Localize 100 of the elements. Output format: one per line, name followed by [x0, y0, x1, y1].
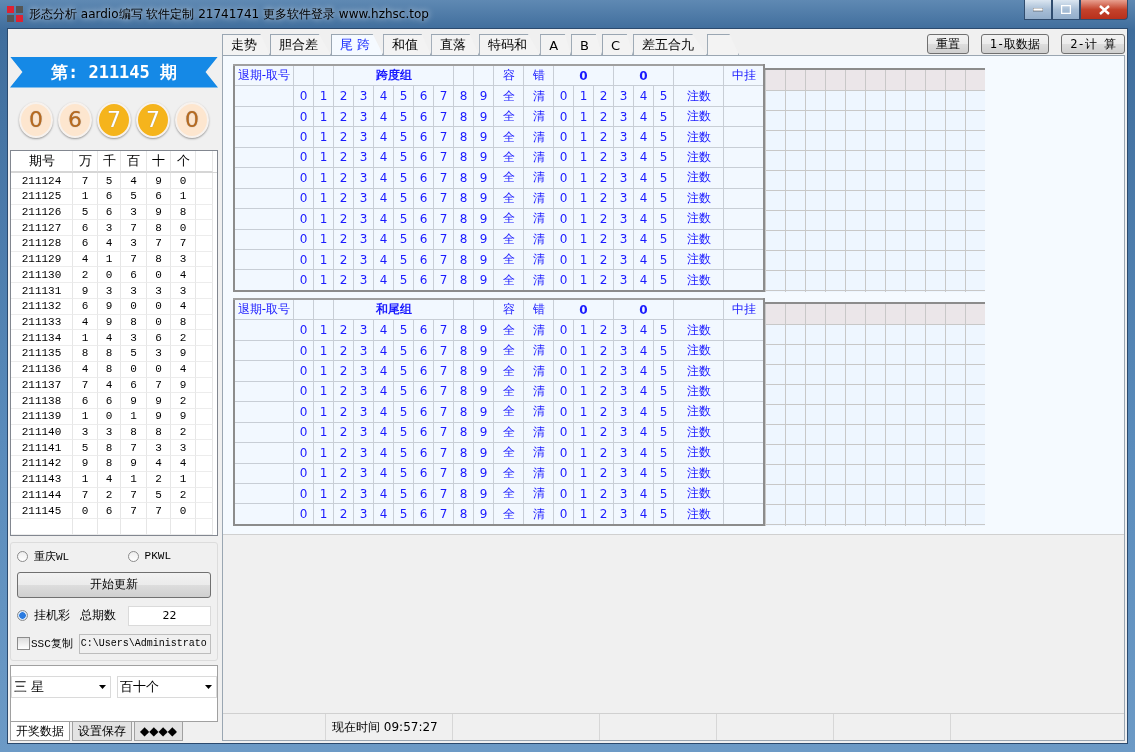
tab[interactable]: 胆合差 — [270, 34, 331, 55]
table-cell[interactable]: 1 — [573, 340, 594, 361]
table-cell[interactable]: 4 — [373, 229, 394, 250]
table-cell[interactable]: 1 — [313, 208, 334, 229]
table-cell[interactable]: 7 — [433, 422, 454, 443]
table-cell[interactable]: 9 — [473, 167, 494, 189]
table-cell[interactable]: 全 — [493, 208, 524, 229]
table-cell[interactable]: 6 — [413, 319, 434, 341]
table-cell[interactable]: 4 — [633, 360, 654, 382]
table-cell[interactable]: 5 — [653, 85, 674, 107]
table-cell[interactable]: 6 — [413, 483, 434, 504]
table-cell[interactable]: 5 — [393, 229, 414, 250]
table-cell[interactable]: 2 — [333, 229, 354, 250]
table-cell[interactable]: 注数 — [673, 340, 724, 361]
table-cell[interactable]: 4 — [373, 126, 394, 148]
table-cell[interactable]: 4 — [633, 208, 654, 229]
table-cell[interactable]: 6 — [413, 85, 434, 107]
table-cell[interactable]: 2 — [333, 85, 354, 107]
table-cell[interactable]: 2 — [593, 167, 614, 189]
table-cell[interactable]: 2 — [593, 401, 614, 423]
table-cell[interactable]: 7 — [433, 85, 454, 107]
toolbar-button[interactable]: 重置 — [926, 34, 969, 54]
table-cell[interactable]: 8 — [453, 126, 474, 148]
table-cell[interactable]: 7 — [433, 126, 454, 148]
table-cell[interactable]: 4 — [633, 319, 654, 341]
table-cell[interactable]: 4 — [373, 249, 394, 270]
table-cell[interactable]: 1 — [573, 422, 594, 443]
table-cell[interactable]: 2 — [333, 167, 354, 189]
table-cell[interactable]: 全 — [493, 463, 524, 484]
table-cell[interactable]: 4 — [633, 106, 654, 127]
table-cell[interactable]: 3 — [353, 401, 374, 423]
table-cell[interactable]: 清 — [523, 319, 554, 341]
table-cell[interactable]: 9 — [473, 208, 494, 229]
table-cell[interactable]: 2 — [593, 422, 614, 443]
maximize-button[interactable] — [1052, 0, 1080, 20]
table-cell[interactable]: 3 — [353, 319, 374, 341]
table-cell[interactable]: 2 — [593, 208, 614, 229]
table-cell[interactable]: 0 — [553, 85, 574, 107]
table-cell[interactable]: 清 — [523, 167, 554, 189]
table-cell[interactable]: 3 — [613, 360, 634, 382]
table-cell[interactable]: 清 — [523, 422, 554, 443]
table-cell[interactable]: 5 — [653, 463, 674, 484]
table-cell[interactable]: 5 — [653, 360, 674, 382]
table-cell[interactable]: 1 — [573, 188, 594, 209]
table-cell[interactable]: 7 — [433, 360, 454, 382]
dropdown[interactable]: 三 星 — [11, 675, 111, 698]
table-cell[interactable]: 0 — [553, 188, 574, 209]
table-cell[interactable]: 注数 — [673, 188, 724, 209]
table-cell[interactable]: 清 — [523, 229, 554, 250]
table-cell[interactable]: 6 — [413, 147, 434, 168]
table-cell[interactable]: 2 — [593, 229, 614, 250]
table-cell[interactable]: 2 — [333, 483, 354, 504]
toolbar-button[interactable]: 1-取数据 — [980, 34, 1050, 54]
table-cell[interactable]: 7 — [433, 483, 454, 504]
table-cell[interactable]: 清 — [523, 483, 554, 504]
table-cell[interactable]: 注数 — [673, 126, 724, 148]
table-cell[interactable]: 3 — [353, 483, 374, 504]
table-cell[interactable]: 9 — [473, 340, 494, 361]
table-cell[interactable]: 8 — [453, 249, 474, 270]
table-cell[interactable]: 4 — [373, 319, 394, 341]
table-cell[interactable]: 0 — [553, 167, 574, 189]
table-cell[interactable]: 全 — [493, 249, 524, 270]
table-cell[interactable]: 2 — [333, 340, 354, 361]
table-cell[interactable]: 0 — [553, 229, 574, 250]
table-cell[interactable]: 清 — [523, 463, 554, 484]
table-cell[interactable]: 0 — [553, 381, 574, 402]
table-cell[interactable]: 7 — [433, 147, 454, 168]
table-cell[interactable]: 3 — [353, 126, 374, 148]
table-cell[interactable]: 6 — [413, 401, 434, 423]
table-cell[interactable]: 2 — [593, 381, 614, 402]
table-cell[interactable]: 0 — [553, 208, 574, 229]
table-cell[interactable]: 1 — [573, 85, 594, 107]
table-cell[interactable]: 8 — [453, 85, 474, 107]
table-cell[interactable]: 2 — [333, 442, 354, 463]
table-cell[interactable]: 4 — [633, 463, 654, 484]
table-cell[interactable]: 9 — [473, 229, 494, 250]
table-cell[interactable]: 0 — [293, 401, 314, 423]
table-cell[interactable]: 4 — [373, 442, 394, 463]
tab[interactable]: ◆◆◆◆ — [134, 722, 183, 741]
table-cell[interactable]: 2 — [333, 147, 354, 168]
table-cell[interactable]: 注数 — [673, 360, 724, 382]
table-cell[interactable]: 9 — [473, 422, 494, 443]
table-cell[interactable]: 全 — [493, 401, 524, 423]
table-cell[interactable]: 6 — [413, 126, 434, 148]
table-cell[interactable]: 2 — [593, 360, 614, 382]
table-cell[interactable]: 7 — [433, 442, 454, 463]
table-cell[interactable]: 0 — [293, 85, 314, 107]
table-cell[interactable]: 清 — [523, 360, 554, 382]
table-cell[interactable]: 3 — [613, 106, 634, 127]
table-cell[interactable]: 1 — [313, 442, 334, 463]
table-cell[interactable]: 全 — [493, 483, 524, 504]
table-cell[interactable]: 0 — [553, 463, 574, 484]
close-button[interactable] — [1080, 0, 1128, 20]
table-cell[interactable]: 0 — [553, 249, 574, 270]
table-cell[interactable]: 3 — [613, 167, 634, 189]
table-cell[interactable]: 4 — [373, 340, 394, 361]
table-cell[interactable]: 3 — [613, 188, 634, 209]
table-cell[interactable]: 6 — [413, 422, 434, 443]
table-cell[interactable]: 0 — [293, 442, 314, 463]
table-cell[interactable]: 0 — [293, 229, 314, 250]
